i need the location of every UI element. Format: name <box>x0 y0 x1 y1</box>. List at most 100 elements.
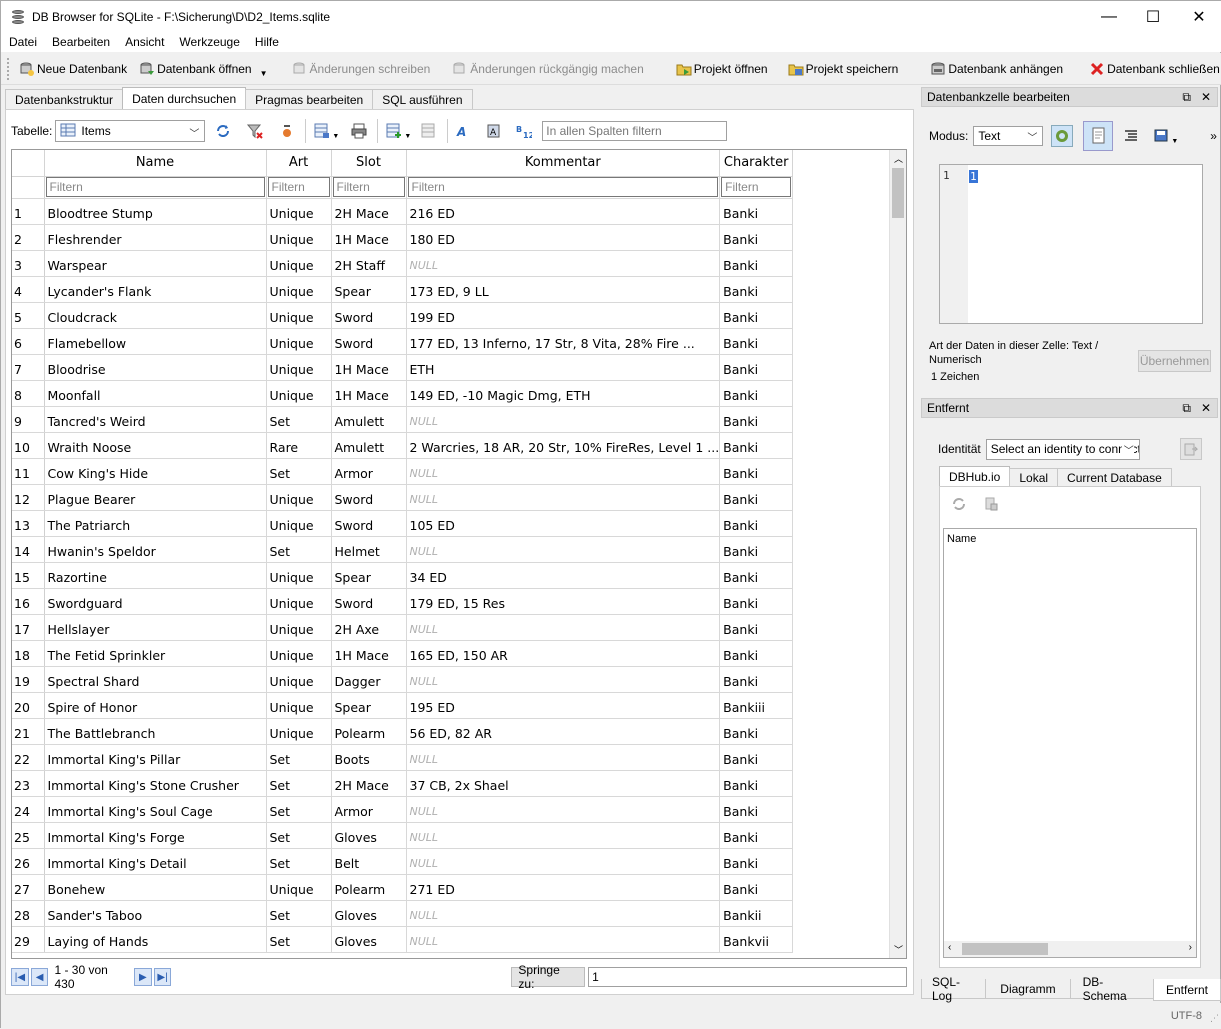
cell-slot[interactable]: Belt <box>331 848 407 875</box>
scroll-left-icon[interactable]: ‹ <box>948 942 951 953</box>
tab-current-database[interactable]: Current Database <box>1057 468 1172 487</box>
cell-kommentar[interactable]: 149 ED, -10 Magic Dmg, ETH <box>406 380 721 407</box>
cell-art[interactable]: Unique <box>266 328 332 355</box>
cell-kommentar[interactable]: 216 ED <box>406 198 721 225</box>
cell-art[interactable]: Set <box>266 926 332 953</box>
import-export-dropdown-icon[interactable]: ▼ <box>1171 138 1178 145</box>
cell-kommentar[interactable]: NULL <box>406 614 721 641</box>
table-row[interactable]: 21 The Battlebranch Unique Polearm 56 ED, 82… <box>12 718 794 745</box>
push-database-button[interactable] <box>1179 438 1202 460</box>
cell-slot[interactable]: Polearm <box>331 874 407 901</box>
filter-cell[interactable]: Filtern <box>719 176 794 199</box>
indent-icon[interactable] <box>1123 128 1139 144</box>
cell-art[interactable]: Unique <box>266 354 332 381</box>
close-icon[interactable]: ✕ <box>1201 401 1211 416</box>
cell-charakter[interactable]: Banki <box>719 328 794 355</box>
row-number[interactable]: 19 <box>12 666 45 693</box>
save-project-button[interactable]: Projekt speichern <box>782 56 905 82</box>
row-number[interactable]: 24 <box>12 796 45 823</box>
maximize-button[interactable]: ☐ <box>1130 1 1176 32</box>
cell-kommentar[interactable]: 165 ED, 150 AR <box>406 640 721 667</box>
cell-charakter[interactable]: Banki <box>719 406 794 433</box>
table-row[interactable]: 27 Bonehew Unique Polearm 271 ED Banki <box>12 874 794 901</box>
cell-slot[interactable]: Armor <box>331 458 407 485</box>
save-table-dropdown-icon[interactable]: ▼ <box>332 133 339 140</box>
row-number[interactable]: 9 <box>12 406 45 433</box>
save-table-icon[interactable] <box>314 123 330 139</box>
table-row[interactable]: 2 Fleshrender Unique 1H Mace 180 ED Banki <box>12 224 794 251</box>
cell-slot[interactable]: 2H Mace <box>331 198 407 225</box>
cell-art[interactable]: Set <box>266 796 332 823</box>
row-number-header[interactable] <box>12 150 45 177</box>
open-database-button[interactable]: Datenbank öffnen ▼ <box>133 56 273 82</box>
row-number[interactable]: 27 <box>12 874 45 901</box>
cell-slot[interactable]: Sword <box>331 510 407 537</box>
cell-kommentar[interactable]: NULL <box>406 458 721 485</box>
cell-name[interactable]: Flamebellow <box>44 328 267 355</box>
cell-art[interactable]: Unique <box>266 380 332 407</box>
cell-art[interactable]: Unique <box>266 588 332 615</box>
refresh-icon[interactable] <box>215 123 231 139</box>
cell-slot[interactable]: 1H Mace <box>331 380 407 407</box>
cell-name[interactable]: Warspear <box>44 250 267 277</box>
go-to-icon[interactable]: B 12 <box>516 123 534 140</box>
cell-slot[interactable]: Gloves <box>331 926 407 953</box>
table-row[interactable]: 14 Hwanin's Speldor Set Helmet NULL Banki <box>12 536 794 563</box>
cell-charakter[interactable]: Bankii <box>719 900 794 927</box>
cell-name[interactable]: Bonehew <box>44 874 267 901</box>
cell-name[interactable]: Razortine <box>44 562 267 589</box>
column-filter-input[interactable]: Filtern <box>721 177 792 197</box>
cell-art[interactable]: Unique <box>266 198 332 225</box>
menu-ansicht[interactable]: Ansicht <box>125 35 164 49</box>
new-database-button[interactable]: Neue Datenbank <box>13 56 133 82</box>
row-number[interactable]: 6 <box>12 328 45 355</box>
tab-sql-log[interactable]: SQL-Log <box>921 975 987 1003</box>
table-row[interactable]: 7 Bloodrise Unique 1H Mace ETH Banki <box>12 354 794 381</box>
cell-kommentar[interactable]: NULL <box>406 666 721 693</box>
attach-database-button[interactable]: Datenbank anhängen <box>924 56 1069 82</box>
tab-db-schema[interactable]: DB-Schema <box>1069 975 1154 1003</box>
row-number[interactable]: 13 <box>12 510 45 537</box>
table-row[interactable]: 26 Immortal King's Detail Set Belt NULL Banki <box>12 848 794 875</box>
cell-charakter[interactable]: Banki <box>719 484 794 511</box>
cell-kommentar[interactable]: ETH <box>406 354 721 381</box>
tab-pragmas-bearbeiten[interactable]: Pragmas bearbeiten <box>245 89 374 110</box>
row-number[interactable]: 8 <box>12 380 45 407</box>
cell-charakter[interactable]: Banki <box>719 770 794 797</box>
cell-kommentar[interactable]: 105 ED <box>406 510 721 537</box>
cell-art[interactable]: Unique <box>266 276 332 303</box>
cell-art[interactable]: Unique <box>266 224 332 251</box>
cell-kommentar[interactable]: NULL <box>406 926 721 953</box>
cell-slot[interactable]: 2H Mace <box>331 770 407 797</box>
cell-charakter[interactable]: Banki <box>719 822 794 849</box>
find-replace-icon[interactable]: A <box>486 123 502 139</box>
cell-art[interactable]: Unique <box>266 510 332 537</box>
cell-slot[interactable]: Sword <box>331 588 407 615</box>
row-number[interactable]: 10 <box>12 432 45 459</box>
cell-kommentar[interactable]: NULL <box>406 536 721 563</box>
cell-name[interactable]: Wraith Noose <box>44 432 267 459</box>
float-icon[interactable]: ⧉ <box>1182 90 1191 105</box>
cell-name[interactable]: Immortal King's Stone Crusher <box>44 770 267 797</box>
cell-slot[interactable]: Sword <box>331 484 407 511</box>
close-icon[interactable]: ✕ <box>1201 90 1211 105</box>
cell-kommentar[interactable]: NULL <box>406 250 721 277</box>
table-row[interactable]: 18 The Fetid Sprinkler Unique 1H Mace 165 ED… <box>12 640 794 667</box>
auto-switch-mode-icon[interactable] <box>1051 125 1074 147</box>
scroll-down-icon[interactable]: ﹀ <box>894 943 903 956</box>
cell-slot[interactable]: Spear <box>331 276 407 303</box>
clone-icon[interactable] <box>983 496 999 512</box>
cell-name[interactable]: Immortal King's Pillar <box>44 744 267 771</box>
cell-name[interactable]: Hellslayer <box>44 614 267 641</box>
cell-slot[interactable]: Helmet <box>331 536 407 563</box>
cell-name[interactable]: Sander's Taboo <box>44 900 267 927</box>
row-number[interactable]: 23 <box>12 770 45 797</box>
row-number[interactable]: 20 <box>12 692 45 719</box>
cell-slot[interactable]: 2H Axe <box>331 614 407 641</box>
cell-name[interactable]: Laying of Hands <box>44 926 267 953</box>
cell-art[interactable]: Set <box>266 822 332 849</box>
cell-slot[interactable]: Armor <box>331 796 407 823</box>
cell-kommentar[interactable]: NULL <box>406 822 721 849</box>
row-number[interactable]: 29 <box>12 926 45 953</box>
table-row[interactable]: 29 Laying of Hands Set Gloves NULL Bankvii <box>12 926 794 953</box>
